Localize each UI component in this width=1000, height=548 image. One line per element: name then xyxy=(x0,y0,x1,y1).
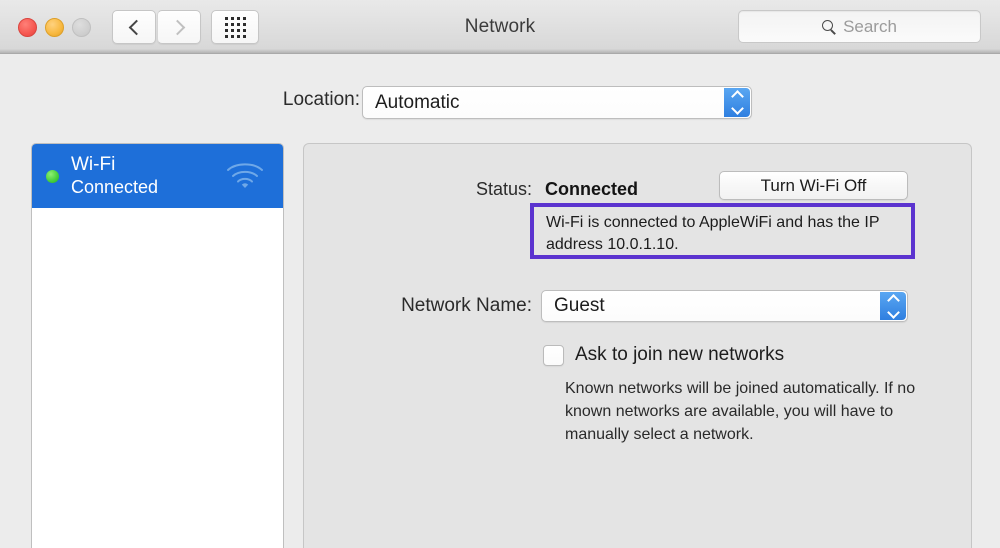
network-preferences-window: Network Search Location: Automatic Wi-Fi… xyxy=(0,0,1000,548)
sidebar-item-wifi[interactable]: Wi-Fi Connected xyxy=(32,144,283,208)
ask-to-join-row[interactable]: Ask to join new networks xyxy=(543,344,784,366)
turn-wifi-off-button[interactable]: Turn Wi-Fi Off xyxy=(719,171,908,200)
network-name-stepper-icon[interactable] xyxy=(880,292,906,320)
wifi-icon xyxy=(225,161,265,191)
status-label: Status: xyxy=(360,179,532,200)
search-icon xyxy=(822,20,835,33)
network-name-popup-button[interactable]: Guest xyxy=(541,290,908,322)
status-value: Connected xyxy=(545,179,638,200)
location-stepper-icon[interactable] xyxy=(724,88,750,117)
network-name-value: Guest xyxy=(542,295,880,317)
service-status: Connected xyxy=(71,177,158,198)
ask-to-join-label: Ask to join new networks xyxy=(575,344,784,366)
search-field[interactable]: Search xyxy=(738,10,981,43)
connection-info-text: Wi-Fi is connected to AppleWiFi and has … xyxy=(546,212,903,255)
search-placeholder: Search xyxy=(843,17,897,37)
network-services-list[interactable]: Wi-Fi Connected xyxy=(31,143,284,548)
service-text: Wi-Fi Connected xyxy=(71,154,158,198)
ask-to-join-checkbox[interactable] xyxy=(543,345,564,366)
service-name: Wi-Fi xyxy=(71,154,158,176)
connection-info-annotation: Wi-Fi is connected to AppleWiFi and has … xyxy=(530,203,915,259)
location-label: Location: xyxy=(160,89,360,111)
network-name-label: Network Name: xyxy=(310,295,532,317)
ask-to-join-help-text: Known networks will be joined automatica… xyxy=(565,377,917,447)
status-indicator-dot xyxy=(46,170,59,183)
location-value: Automatic xyxy=(363,92,724,114)
location-popup-button[interactable]: Automatic xyxy=(362,86,752,119)
window-titlebar: Network Search xyxy=(0,0,1000,54)
